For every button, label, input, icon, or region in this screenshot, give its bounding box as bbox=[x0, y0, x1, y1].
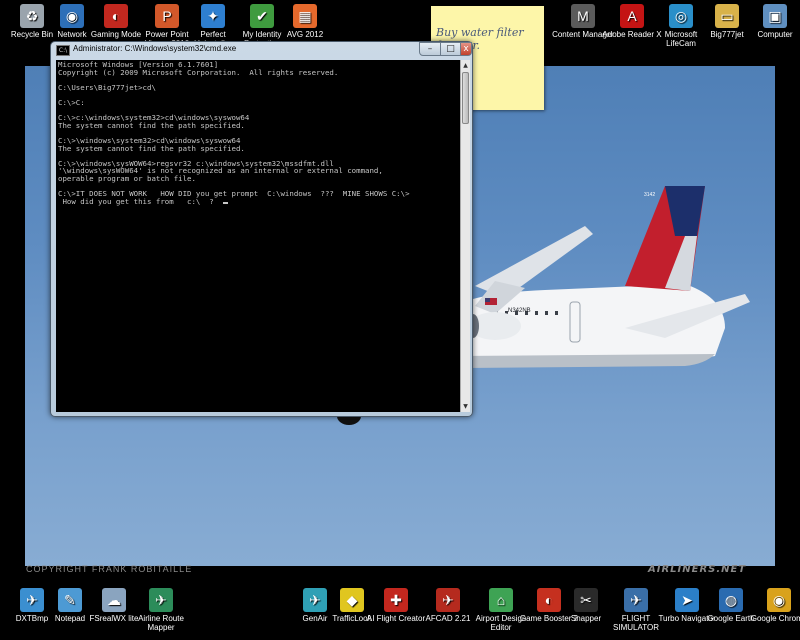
close-button[interactable]: x bbox=[460, 42, 472, 56]
afcad-icon[interactable]: ✈ bbox=[436, 588, 460, 612]
desktop-icon-label[interactable]: AVG 2012 bbox=[273, 30, 337, 39]
snapper-icon[interactable]: ✂ bbox=[574, 588, 598, 612]
cmd-app-icon[interactable]: C:\ bbox=[56, 45, 70, 56]
title-bar[interactable]: C:\ Administrator: C:\Windows\system32\c… bbox=[51, 42, 472, 58]
identity-icon[interactable]: ✔ bbox=[250, 4, 274, 28]
desktop-icon-label[interactable]: Airline Route Mapper bbox=[129, 614, 193, 632]
network-icon[interactable]: ◉ bbox=[60, 4, 84, 28]
uninstaller-icon[interactable]: ✦ bbox=[201, 4, 225, 28]
text-cursor bbox=[222, 201, 228, 204]
scroll-down-icon[interactable]: ▼ bbox=[461, 402, 470, 411]
lifecam-icon[interactable]: ◎ bbox=[669, 4, 693, 28]
desktop-icon-chrome[interactable]: ◉ Google Chrome bbox=[747, 588, 800, 623]
desktop-icon-route-mapper[interactable]: ✈ Airline Route Mapper bbox=[129, 588, 193, 632]
desktop-icon-computer[interactable]: ▣ Computer bbox=[743, 4, 800, 39]
google-earth-icon[interactable]: ◍ bbox=[719, 588, 743, 612]
aircraft-registration: N342NB bbox=[508, 308, 531, 314]
scrollbar-thumb[interactable] bbox=[462, 72, 469, 124]
content-manager-icon[interactable]: M bbox=[571, 4, 595, 28]
console-text: Microsoft Windows [Version 6.1.7601] Cop… bbox=[58, 60, 410, 206]
turbo-navigator-icon[interactable]: ➤ bbox=[675, 588, 699, 612]
console-output[interactable]: Microsoft Windows [Version 6.1.7601] Cop… bbox=[56, 60, 460, 412]
airport-design-editor-icon[interactable]: ⌂ bbox=[489, 588, 513, 612]
user-folder-icon[interactable]: ▭ bbox=[715, 4, 739, 28]
route-mapper-icon[interactable]: ✈ bbox=[149, 588, 173, 612]
avg-icon[interactable]: ▦ bbox=[293, 4, 317, 28]
trafficlook-icon[interactable]: ◆ bbox=[340, 588, 364, 612]
desktop-icon-label[interactable]: Computer bbox=[743, 30, 800, 39]
notepad-icon[interactable]: ✎ bbox=[58, 588, 82, 612]
scroll-up-icon[interactable]: ▲ bbox=[461, 61, 470, 70]
window-title: Administrator: C:\Windows\system32\cmd.e… bbox=[73, 44, 237, 53]
fsrealwx-icon[interactable]: ☁ bbox=[102, 588, 126, 612]
computer-icon[interactable]: ▣ bbox=[763, 4, 787, 28]
adobe-reader-icon[interactable]: A bbox=[620, 4, 644, 28]
flight-simulator-icon[interactable]: ✈ bbox=[624, 588, 648, 612]
minimize-button[interactable]: – bbox=[419, 42, 441, 56]
tail-number: 3142 bbox=[644, 192, 655, 198]
chrome-icon[interactable]: ◉ bbox=[767, 588, 791, 612]
powerpoint-icon[interactable]: P bbox=[155, 4, 179, 28]
airliners-net-watermark: AIRLINERS.NET bbox=[648, 564, 747, 575]
maximize-button[interactable]: □ bbox=[440, 42, 461, 56]
ai-flight-creator-icon[interactable]: ✚ bbox=[384, 588, 408, 612]
desktop-icon-avg[interactable]: ▦ AVG 2012 bbox=[273, 4, 337, 39]
photo-credit: COPYRIGHT FRANK ROBITAILLE bbox=[26, 564, 193, 574]
desktop-icon-label[interactable]: Google Chrome bbox=[747, 614, 800, 623]
gaming-mode-icon[interactable]: ◐ bbox=[104, 4, 128, 28]
cmd-window[interactable]: C:\ Administrator: C:\Windows\system32\c… bbox=[50, 41, 473, 417]
vertical-scrollbar[interactable]: ▲ ▼ bbox=[460, 60, 470, 412]
